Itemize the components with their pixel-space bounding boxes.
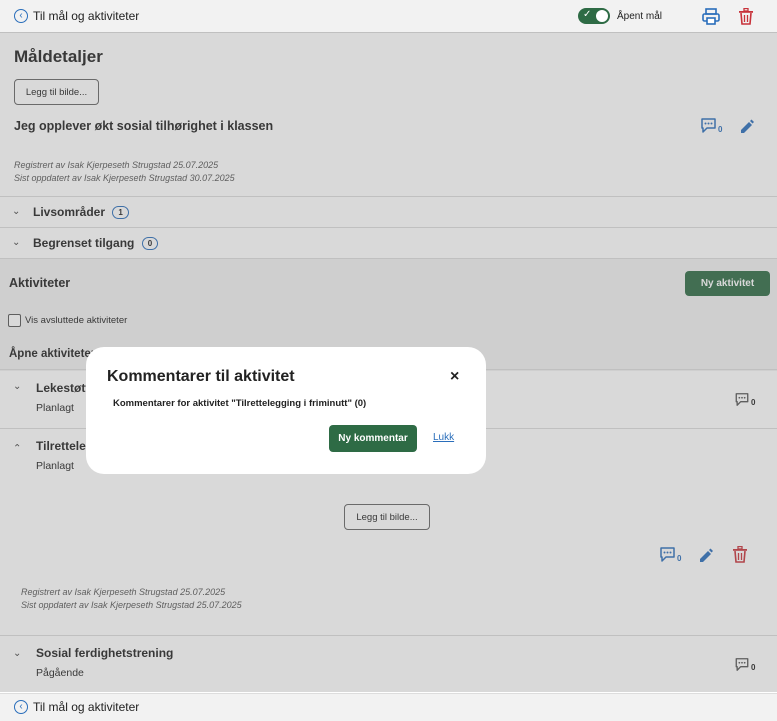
modal-subtitle: Kommentarer for aktivitet "Tilretteleggi… xyxy=(113,398,367,409)
back-arrow-icon: ‹ xyxy=(14,700,28,714)
close-icon[interactable]: × xyxy=(450,368,459,386)
back-link[interactable]: ‹ Til mål og aktiviteter xyxy=(14,9,139,23)
toggle-label: Åpent mål xyxy=(617,10,663,22)
close-link[interactable]: Lukk xyxy=(433,432,454,443)
open-goal-toggle[interactable]: ✓ Åpent mål xyxy=(578,8,662,24)
modal-title: Kommentarer til aktivitet xyxy=(107,368,295,385)
trash-icon[interactable] xyxy=(738,8,754,25)
print-icon[interactable] xyxy=(702,8,720,25)
back-arrow-icon: ‹ xyxy=(14,9,28,23)
top-bar: ‹ Til mål og aktiviteter ✓ Åpent mål xyxy=(0,0,777,33)
back-link-bottom[interactable]: ‹ Til mål og aktiviteter xyxy=(14,700,139,714)
new-comment-button[interactable]: Ny kommentar xyxy=(329,425,417,452)
bottom-bar: ‹ Til mål og aktiviteter xyxy=(0,693,777,721)
comments-modal: Kommentarer til aktivitet × Kommentarer … xyxy=(86,347,486,474)
back-link-label: Til mål og aktiviteter xyxy=(33,9,140,23)
back-link-label: Til mål og aktiviteter xyxy=(33,700,140,714)
toggle-switch[interactable]: ✓ xyxy=(578,8,610,24)
